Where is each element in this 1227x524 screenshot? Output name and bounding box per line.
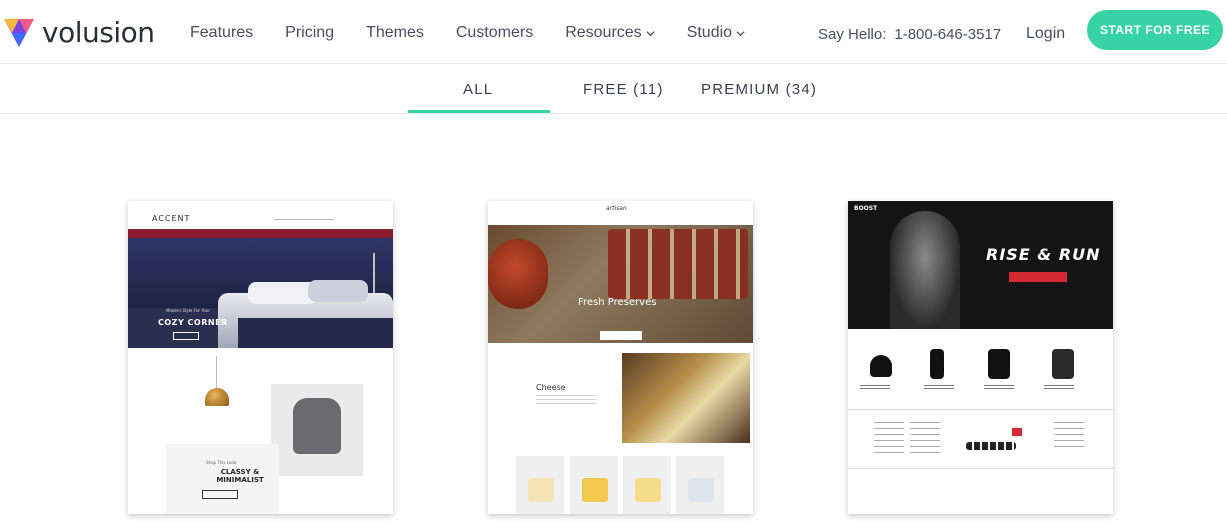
- product-label: [1044, 385, 1074, 391]
- volusion-logo[interactable]: volusion: [4, 16, 155, 49]
- jam-jar-image: [488, 239, 548, 309]
- nav-label: Customers: [455, 24, 534, 41]
- artisan-feature-title: Cheese: [536, 383, 566, 392]
- nav-label: Features: [190, 24, 254, 41]
- product-label: [860, 385, 890, 391]
- artisan-feature-text: [536, 395, 596, 407]
- runner-image: [890, 211, 960, 329]
- tab-free[interactable]: FREE (11): [583, 81, 664, 98]
- accent-hero-title: COZY CORNER: [158, 318, 228, 327]
- boost-product-row: [848, 329, 1113, 409]
- nav-item-themes[interactable]: Themes: [366, 24, 424, 42]
- boost-preview-hero: BOOST RISE & RUN: [848, 201, 1113, 329]
- chevron-down-icon: [736, 30, 745, 36]
- theme-filter-tabs: ALL FREE (11) PREMIUM (34): [0, 64, 1227, 114]
- cheese-image: [688, 478, 714, 502]
- accent-promo-button: [202, 490, 238, 499]
- active-tab-indicator: [408, 110, 550, 113]
- tab-premium[interactable]: PREMIUM (34): [701, 81, 817, 98]
- login-link[interactable]: Login: [1026, 25, 1065, 43]
- accent-promo-subtitle: Shop This Look: [206, 460, 237, 465]
- boost-preview-footer: [848, 409, 1113, 514]
- pendant-wire: [216, 356, 217, 388]
- accent-preview-hero: Modern Style For Your COZY CORNER: [128, 238, 393, 348]
- nav-item-resources[interactable]: Resources: [565, 24, 655, 42]
- artisan-preview-hero: Fresh Preserves: [488, 225, 753, 343]
- subscribe-button: [1012, 428, 1022, 436]
- supplement-image: [1052, 349, 1074, 379]
- accent-hero-subtitle: Modern Style For Your: [166, 308, 210, 313]
- footer-links: [874, 422, 904, 458]
- social-icons: [966, 442, 1016, 450]
- nav-label: Resources: [565, 24, 642, 41]
- accent-hero-button: [173, 332, 199, 340]
- chevron-down-icon: [646, 30, 655, 36]
- nav-item-pricing[interactable]: Pricing: [285, 24, 334, 42]
- cheese-image: [582, 478, 608, 502]
- product-thumb: [623, 456, 671, 514]
- tab-all[interactable]: ALL: [463, 81, 493, 98]
- footer-links: [910, 422, 940, 458]
- accent-preview-header: ACCENT: [128, 201, 393, 229]
- nav-label: Themes: [366, 24, 424, 41]
- tank-top-image: [988, 349, 1010, 379]
- top-header: volusion Features Pricing Themes Custome…: [0, 0, 1227, 64]
- cheese-image: [635, 478, 661, 502]
- boost-theme-logo: BOOST: [854, 205, 878, 212]
- boost-hero-button: [1009, 272, 1067, 282]
- say-hello-label: Say Hello:: [818, 26, 887, 43]
- artisan-hero-title: Fresh Preserves: [578, 297, 657, 308]
- accent-promo-title: CLASSY & MINIMALIST: [216, 468, 264, 484]
- accent-preview-nav: [128, 229, 393, 238]
- nav-item-features[interactable]: Features: [190, 24, 253, 42]
- footer-contact: [1054, 422, 1084, 452]
- nav-item-studio[interactable]: Studio: [687, 24, 745, 42]
- accent-preview-search: [274, 214, 334, 220]
- pendant-lamp-image: [205, 388, 229, 406]
- product-thumb: [516, 456, 564, 514]
- product-thumb: [570, 456, 618, 514]
- cheese-image: [528, 478, 554, 502]
- artisan-hero-button: [600, 331, 642, 340]
- logo-text: volusion: [42, 16, 155, 49]
- accent-preview-lower: [128, 348, 393, 514]
- product-thumb: [676, 456, 724, 514]
- product-label: [924, 385, 954, 391]
- boost-hero-title: RISE & RUN: [986, 245, 1101, 264]
- nav-label: Studio: [686, 24, 733, 41]
- cap-image: [870, 355, 892, 377]
- nav-item-customers[interactable]: Customers: [456, 24, 533, 42]
- artisan-theme-logo: artisan: [606, 205, 627, 212]
- contact-phone: Say Hello: 1-800-646-3517: [818, 26, 1001, 43]
- accent-theme-logo: ACCENT: [152, 214, 191, 223]
- armchair-image: [293, 398, 341, 454]
- volusion-logo-icon: [4, 18, 34, 47]
- footer-divider: [848, 468, 1113, 469]
- pillow: [308, 280, 368, 302]
- bottle-image: [930, 349, 944, 379]
- theme-card-accent[interactable]: ACCENT Modern Style For Your COZY CORNER…: [128, 201, 393, 514]
- blanket: [238, 318, 393, 348]
- phone-number[interactable]: 1-800-646-3517: [894, 26, 1001, 43]
- main-nav: Features Pricing Themes Customers Resour…: [190, 24, 777, 42]
- product-label: [984, 385, 1014, 391]
- nav-label: Pricing: [285, 24, 335, 41]
- cheese-board-image: [622, 353, 750, 443]
- theme-card-artisan[interactable]: artisan Fresh Preserves Cheese: [488, 201, 753, 514]
- nut-bars-image: [608, 229, 748, 299]
- theme-card-boost[interactable]: BOOST RISE & RUN: [848, 201, 1113, 514]
- start-for-free-button[interactable]: START FOR FREE: [1087, 10, 1223, 50]
